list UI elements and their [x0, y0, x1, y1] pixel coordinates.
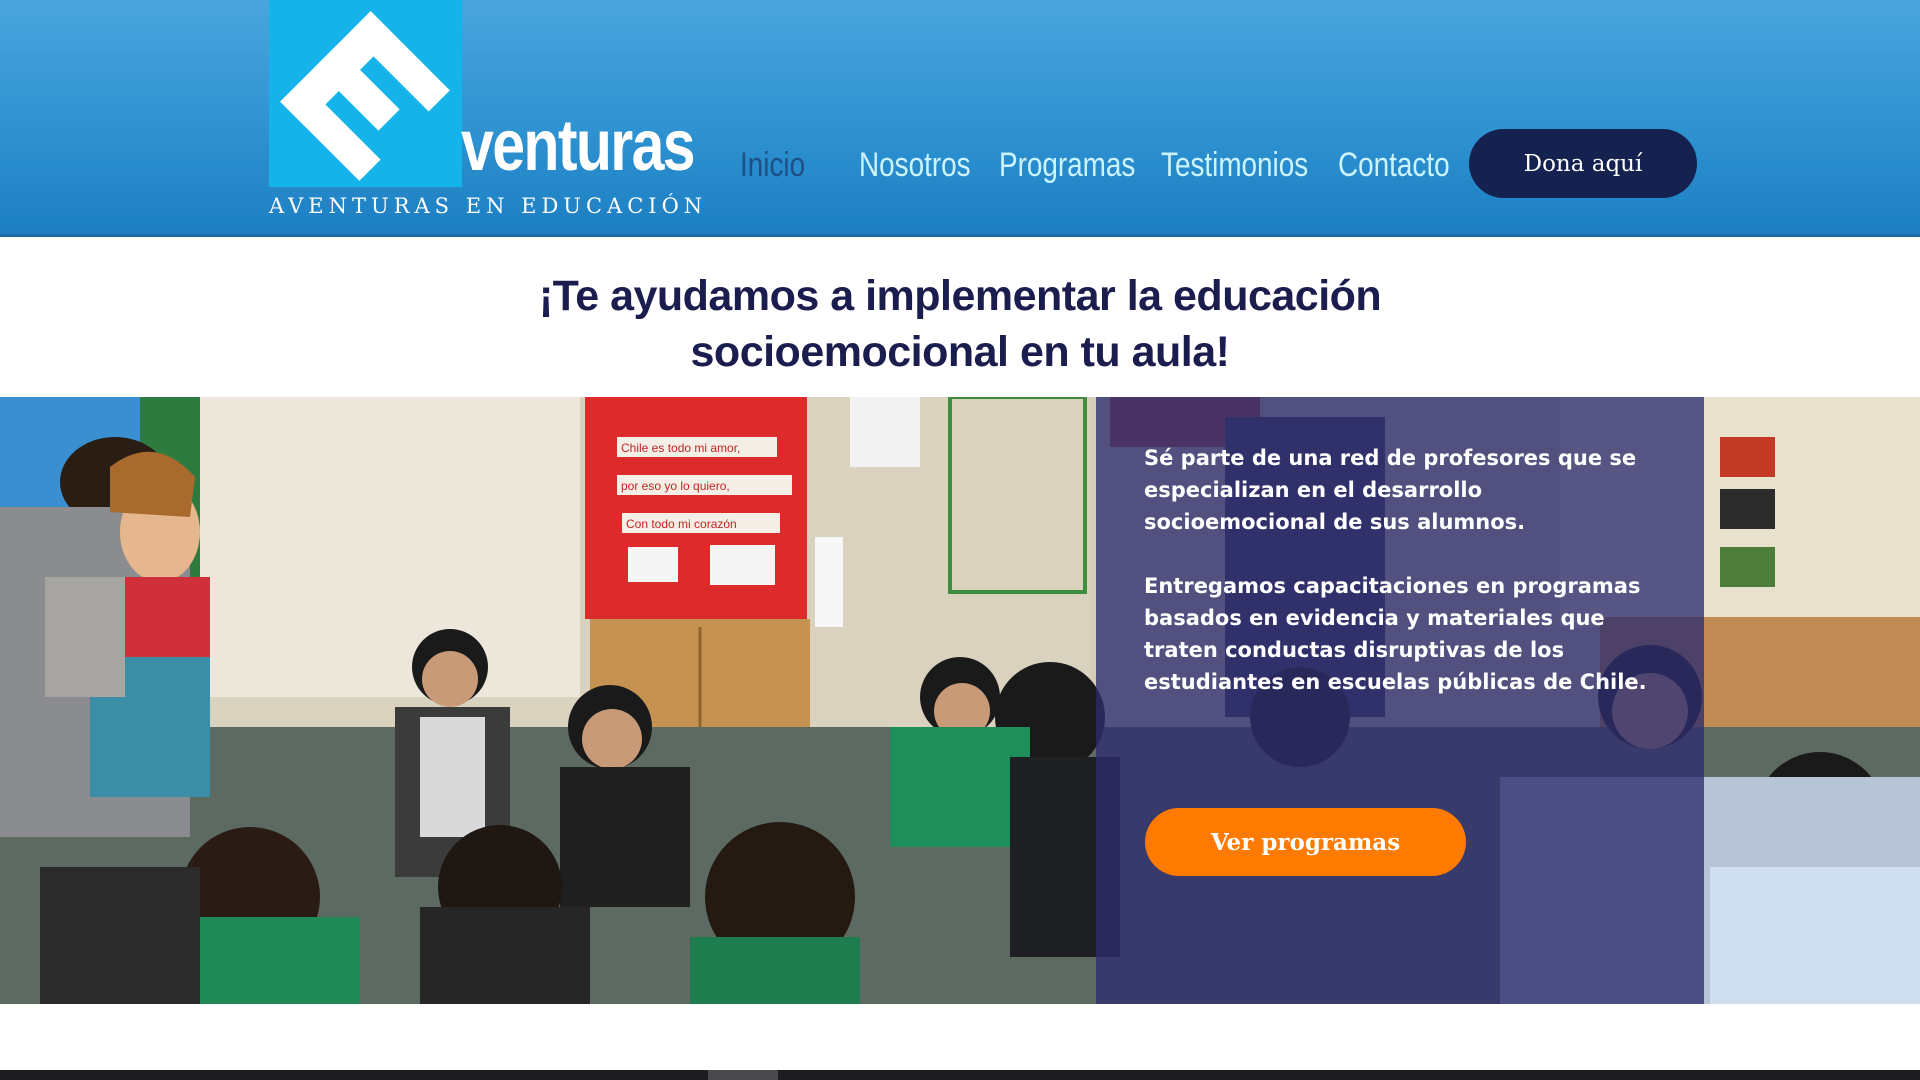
poster-line-3: Con todo mi corazón	[626, 517, 737, 531]
nav-inicio[interactable]: Inicio	[740, 146, 839, 185]
nav-testimonios[interactable]: Testimonios	[1161, 146, 1308, 185]
logo-e-mark	[269, 0, 462, 187]
bottom-bar	[0, 1070, 1920, 1080]
poster-line-2: por eso yo lo quiero,	[621, 479, 730, 493]
nav-contacto[interactable]: Contacto	[1338, 146, 1450, 185]
headline-line-1: ¡Te ayudamos a implementar la educación	[538, 272, 1382, 320]
main-nav: Inicio Nosotros Programas Testimonios Co…	[740, 140, 1466, 190]
logo-e-icon	[280, 11, 450, 181]
nav-programas[interactable]: Programas	[999, 146, 1135, 185]
hero-paragraph-2: Entregamos capacitaciones en programas b…	[1144, 574, 1647, 694]
site-header: venturas AVENTURAS EN EDUCACIÓN Inicio N…	[0, 0, 1920, 237]
logo-wordmark: venturas	[461, 106, 696, 186]
headline-line-2: socioemocional en tu aula!	[690, 328, 1230, 376]
logo[interactable]: venturas AVENTURAS EN EDUCACIÓN	[269, 0, 709, 222]
hero-section: Chile es todo mi amor, por eso yo lo qui…	[0, 397, 1920, 1004]
donate-button[interactable]: Dona aquí	[1469, 129, 1697, 198]
nav-nosotros[interactable]: Nosotros	[859, 146, 975, 185]
view-programs-button[interactable]: Ver programas	[1145, 808, 1466, 876]
hero-paragraph-1: Sé parte de una red de profesores que se…	[1144, 446, 1637, 534]
page-headline: ¡Te ayudamos a implementar la educación …	[0, 268, 1920, 380]
hero-copy: Sé parte de una red de profesores que se…	[1144, 442, 1664, 730]
bottom-bar-tab[interactable]	[708, 1070, 778, 1080]
logo-tagline: AVENTURAS EN EDUCACIÓN	[269, 194, 708, 218]
poster-line-1: Chile es todo mi amor,	[621, 441, 740, 455]
